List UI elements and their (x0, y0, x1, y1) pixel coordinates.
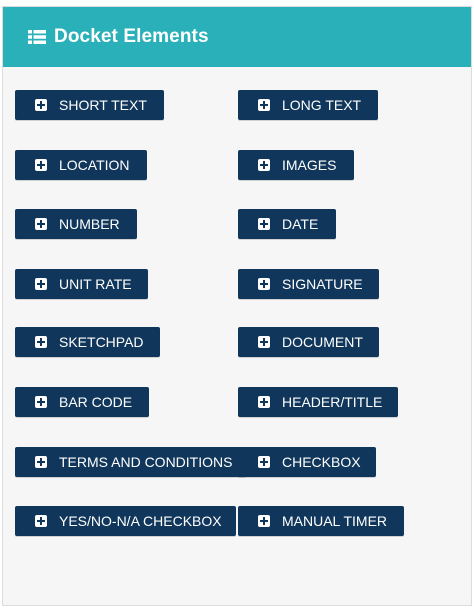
button-label: LOCATION (59, 157, 130, 173)
plus-square-icon (35, 278, 47, 290)
add-unit-rate-button[interactable]: UNIT RATE (15, 269, 148, 299)
panel-title: Docket Elements (54, 26, 209, 47)
button-label: SIGNATURE (282, 276, 363, 292)
add-images-button[interactable]: IMAGES (238, 150, 354, 180)
plus-square-icon (35, 456, 47, 468)
button-label: UNIT RATE (59, 276, 132, 292)
plus-square-icon (258, 218, 270, 230)
button-label: SKETCHPAD (59, 334, 144, 350)
button-label: YES/NO-N/A CHECKBOX (59, 513, 222, 529)
add-terms-and-conditions-button[interactable]: TERMS AND CONDITIONS (15, 447, 246, 477)
add-sketchpad-button[interactable]: SKETCHPAD (15, 327, 160, 357)
button-label: HEADER/TITLE (282, 394, 383, 410)
button-label: NUMBER (59, 216, 120, 232)
plus-square-icon (35, 396, 47, 408)
list-icon (28, 30, 46, 44)
plus-square-icon (258, 278, 270, 290)
button-label: BAR CODE (59, 394, 133, 410)
add-bar-code-button[interactable]: BAR CODE (15, 387, 149, 417)
plus-square-icon (35, 218, 47, 230)
add-document-button[interactable]: DOCUMENT (238, 327, 379, 357)
add-header-title-button[interactable]: HEADER/TITLE (238, 387, 398, 417)
plus-square-icon (35, 99, 47, 111)
plus-square-icon (258, 99, 270, 111)
plus-square-icon (258, 336, 270, 348)
add-yes-no-na-checkbox-button[interactable]: YES/NO-N/A CHECKBOX (15, 506, 236, 536)
plus-square-icon (35, 336, 47, 348)
button-label: IMAGES (282, 157, 337, 173)
button-label: SHORT TEXT (59, 97, 147, 113)
plus-square-icon (35, 159, 47, 171)
button-label: MANUAL TIMER (282, 513, 388, 529)
button-label: LONG TEXT (282, 97, 362, 113)
panel-header: Docket Elements (3, 7, 471, 67)
button-label: DOCUMENT (282, 334, 363, 350)
plus-square-icon (258, 515, 270, 527)
add-number-button[interactable]: NUMBER (15, 209, 137, 239)
add-signature-button[interactable]: SIGNATURE (238, 269, 379, 299)
add-manual-timer-button[interactable]: MANUAL TIMER (238, 506, 404, 536)
add-checkbox-button[interactable]: CHECKBOX (238, 447, 376, 477)
add-date-button[interactable]: DATE (238, 209, 336, 239)
add-long-text-button[interactable]: LONG TEXT (238, 90, 378, 120)
add-location-button[interactable]: LOCATION (15, 150, 147, 180)
button-label: DATE (282, 216, 319, 232)
docket-elements-panel: Docket Elements SHORT TEXT LONG TEXT LOC… (2, 6, 472, 606)
plus-square-icon (35, 515, 47, 527)
add-short-text-button[interactable]: SHORT TEXT (15, 90, 164, 120)
plus-square-icon (258, 396, 270, 408)
plus-square-icon (258, 456, 270, 468)
button-label: CHECKBOX (282, 454, 361, 470)
button-label: TERMS AND CONDITIONS (59, 454, 233, 470)
plus-square-icon (258, 159, 270, 171)
